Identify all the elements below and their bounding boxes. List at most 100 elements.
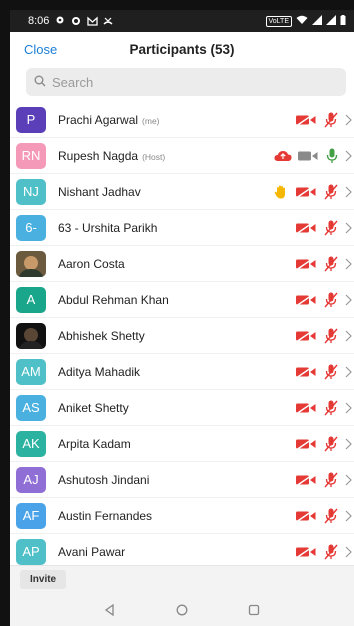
- participants-header: Close Participants (53): [10, 32, 354, 66]
- participant-name: Rupesh Nagda (Host): [58, 149, 165, 163]
- participant-name: Austin Fernandes: [58, 509, 152, 523]
- participant-row[interactable]: Aaron Costa: [10, 246, 354, 282]
- video-off-icon: [296, 498, 316, 534]
- participant-row[interactable]: RN Rupesh Nagda (Host): [10, 138, 354, 174]
- bottom-toolbar: Invite: [10, 565, 354, 593]
- wifi-icon: [296, 15, 308, 28]
- mic-off-icon: [324, 246, 338, 282]
- chevron-right-icon[interactable]: [342, 246, 354, 282]
- video-off-icon: [296, 318, 316, 354]
- mic-off-icon: [324, 282, 338, 318]
- mic-off-icon: [324, 354, 338, 390]
- participant-name: Arpita Kadam: [58, 437, 131, 451]
- participant-name: Nishant Jadhav: [58, 185, 141, 199]
- screen-frame-top: [0, 0, 354, 10]
- participant-row[interactable]: AS Aniket Shetty: [10, 390, 354, 426]
- home-icon[interactable]: [175, 603, 189, 617]
- avatar: A: [16, 286, 46, 313]
- video-off-icon: [296, 354, 316, 390]
- status-time: 8:06: [28, 15, 50, 27]
- raised-hand-icon: [274, 174, 288, 210]
- participant-status-icons: [274, 174, 354, 210]
- participant-status-icons: [296, 354, 354, 390]
- close-button[interactable]: Close: [10, 42, 57, 57]
- participant-status-icons: [296, 498, 354, 534]
- chevron-right-icon[interactable]: [342, 426, 354, 462]
- avatar: [16, 322, 46, 349]
- participant-status-icons: [274, 138, 354, 174]
- video-off-icon: [296, 462, 316, 498]
- search-container: [10, 66, 354, 100]
- screen-frame-left: [0, 0, 10, 626]
- mic-on-icon: [326, 138, 338, 174]
- mic-off-icon: [324, 462, 338, 498]
- chevron-right-icon[interactable]: [342, 534, 354, 566]
- video-off-icon: [296, 246, 316, 282]
- invite-button[interactable]: Invite: [20, 570, 67, 589]
- participant-row[interactable]: P Prachi Agarwal (me): [10, 102, 354, 138]
- chevron-right-icon[interactable]: [342, 390, 354, 426]
- participant-name-text: Austin Fernandes: [58, 508, 153, 523]
- participant-name-text: Avani Pawar: [58, 544, 126, 559]
- participant-row[interactable]: AP Avani Pawar: [10, 534, 354, 565]
- video-on-icon: [298, 138, 318, 174]
- circle-status-icon: [71, 16, 81, 26]
- participant-name-text: Prachi Agarwal: [58, 112, 139, 127]
- chevron-right-icon[interactable]: [342, 102, 354, 138]
- participant-name-text: Abhishek Shetty: [58, 328, 145, 343]
- participant-row[interactable]: AF Austin Fernandes: [10, 498, 354, 534]
- video-off-icon: [296, 174, 316, 210]
- participant-role-tag: (me): [142, 115, 160, 126]
- participant-row[interactable]: AJ Ashutosh Jindani: [10, 462, 354, 498]
- mic-off-icon: [324, 210, 338, 246]
- status-bar: 8:06 VoLTE: [10, 10, 354, 32]
- chevron-right-icon[interactable]: [342, 498, 354, 534]
- chevron-right-icon[interactable]: [342, 138, 354, 174]
- chevron-right-icon[interactable]: [342, 174, 354, 210]
- participant-row[interactable]: AM Aditya Mahadik: [10, 354, 354, 390]
- participant-status-icons: [296, 318, 354, 354]
- search-bar[interactable]: [26, 68, 346, 96]
- participant-name-text: Arpita Kadam: [58, 436, 131, 451]
- participant-name-text: 63 - Urshita Parikh: [58, 220, 158, 235]
- recents-icon[interactable]: [247, 603, 261, 617]
- participant-status-icons: [296, 462, 354, 498]
- participant-name-text: Nishant Jadhav: [58, 184, 141, 199]
- participant-name: Prachi Agarwal (me): [58, 113, 160, 127]
- participant-name: Aaron Costa: [58, 257, 125, 271]
- chevron-right-icon[interactable]: [342, 462, 354, 498]
- avatar: [16, 250, 46, 277]
- participant-name-text: Abdul Rehman Khan: [58, 292, 169, 307]
- chevron-right-icon[interactable]: [342, 318, 354, 354]
- participant-list[interactable]: P Prachi Agarwal (me) RN Rupesh Nagda (Host) N…: [10, 102, 354, 565]
- participant-row[interactable]: Abhishek Shetty: [10, 318, 354, 354]
- chevron-right-icon[interactable]: [342, 210, 354, 246]
- participant-name-text: Aditya Mahadik: [58, 364, 141, 379]
- video-off-icon: [296, 390, 316, 426]
- participant-name: Ashutosh Jindani: [58, 473, 149, 487]
- chevron-right-icon[interactable]: [342, 354, 354, 390]
- mic-off-icon: [324, 174, 338, 210]
- avatar: RN: [16, 142, 46, 169]
- participant-name: Avani Pawar: [58, 545, 125, 559]
- participant-name: 63 - Urshita Parikh: [58, 221, 157, 235]
- participant-row[interactable]: A Abdul Rehman Khan: [10, 282, 354, 318]
- participant-status-icons: [296, 246, 354, 282]
- search-input[interactable]: [52, 74, 302, 90]
- chevron-right-icon[interactable]: [342, 282, 354, 318]
- participant-row[interactable]: 6- 63 - Urshita Parikh: [10, 210, 354, 246]
- back-icon[interactable]: [103, 603, 117, 617]
- participant-row[interactable]: AK Arpita Kadam: [10, 426, 354, 462]
- participant-status-icons: [296, 534, 354, 566]
- video-off-icon: [296, 102, 316, 138]
- gmail-icon: [87, 16, 99, 26]
- video-off-icon: [296, 210, 316, 246]
- missed-call-icon: [103, 16, 113, 26]
- participant-status-icons: [296, 282, 354, 318]
- page-title: Participants (53): [129, 41, 235, 57]
- participant-name: Aditya Mahadik: [58, 365, 140, 379]
- avatar: AJ: [16, 466, 46, 493]
- avatar: P: [16, 106, 46, 133]
- participant-row[interactable]: NJ Nishant Jadhav: [10, 174, 354, 210]
- signal-icon-2: [326, 14, 336, 28]
